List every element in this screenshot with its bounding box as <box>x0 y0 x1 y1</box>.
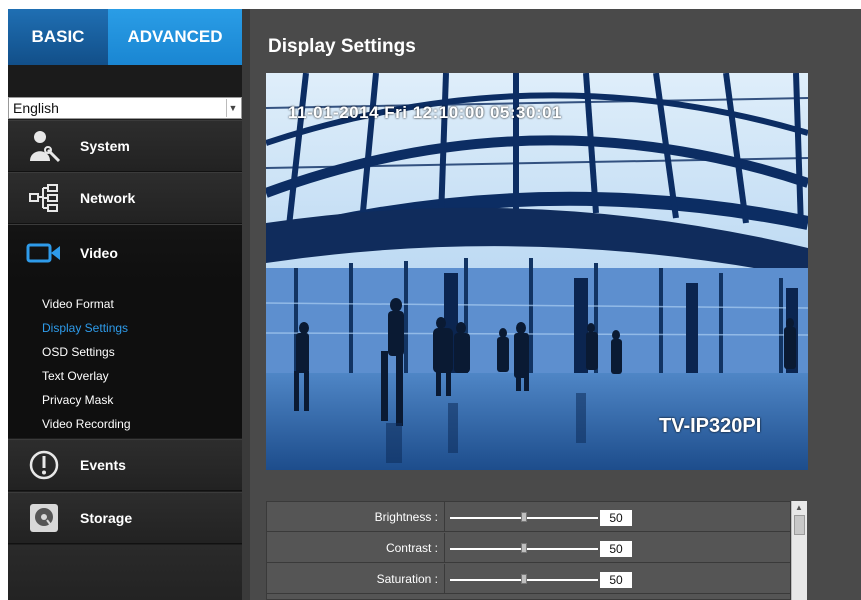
model-overlay: TV-IP320PI <box>659 415 762 437</box>
sidebar-item-events[interactable]: Events <box>8 439 242 491</box>
scrollbar-thumb[interactable] <box>794 515 805 535</box>
page-title: Display Settings <box>268 36 416 57</box>
setting-row-saturation: Saturation : 50 <box>267 564 792 594</box>
storage-disk-icon <box>8 492 80 544</box>
sidebar-item-system[interactable]: System <box>8 120 242 172</box>
language-select[interactable]: English ▼ <box>8 97 242 119</box>
submenu-video-recording[interactable]: Video Recording <box>42 417 131 431</box>
app-frame: BASIC ADVANCED English ▼ System Network … <box>0 0 861 600</box>
live-video-preview[interactable]: 11-01-2014 Fri 12:10:00 05:30:01 TV-IP32… <box>266 73 808 470</box>
setting-label: Contrast : <box>267 533 445 563</box>
tab-advanced[interactable]: ADVANCED <box>108 9 242 75</box>
slider-thumb[interactable] <box>521 543 527 553</box>
language-value: English <box>13 100 59 116</box>
submenu-osd-settings[interactable]: OSD Settings <box>42 345 115 359</box>
slider-thumb[interactable] <box>521 512 527 522</box>
setting-value-input[interactable]: 50 <box>600 572 632 588</box>
sidebar-item-label: Storage <box>80 510 133 526</box>
submenu-video-format[interactable]: Video Format <box>42 297 114 311</box>
chevron-down-icon[interactable]: ▼ <box>226 99 239 117</box>
submenu-privacy-mask[interactable]: Privacy Mask <box>42 393 113 407</box>
slider-thumb[interactable] <box>521 574 527 584</box>
setting-label: Saturation : <box>267 564 445 594</box>
tab-basic[interactable]: BASIC <box>8 9 108 65</box>
sidebar-item-video[interactable]: Video <box>8 224 251 280</box>
scroll-up-icon[interactable]: ▲ <box>795 503 803 512</box>
sidebar-item-label: Video <box>80 244 118 261</box>
timestamp-overlay: 11-01-2014 Fri 12:10:00 05:30:01 <box>288 103 563 122</box>
setting-row-brightness: Brightness : 50 <box>267 502 792 532</box>
sidebar-item-storage[interactable]: Storage <box>8 492 242 544</box>
sidebar-item-label: Events <box>80 457 126 473</box>
setting-value-input[interactable]: 50 <box>600 541 632 557</box>
sidebar-footer <box>8 545 242 600</box>
setting-value-input[interactable]: 50 <box>600 510 632 526</box>
sidebar-item-label: System <box>80 138 130 154</box>
sidebar-item-label: Network <box>80 190 136 206</box>
mode-tabs: BASIC ADVANCED <box>8 9 242 75</box>
submenu-display-settings[interactable]: Display Settings <box>42 321 128 335</box>
submenu-text-overlay[interactable]: Text Overlay <box>42 369 109 383</box>
camera-scene-image <box>266 73 808 470</box>
system-admin-icon <box>8 120 80 172</box>
network-tree-icon <box>8 172 80 224</box>
tab-advanced-label: ADVANCED <box>127 27 223 46</box>
setting-row-contrast: Contrast : 50 <box>267 533 792 563</box>
sidebar: BASIC ADVANCED English ▼ System Network … <box>8 9 251 600</box>
tab-spacer <box>8 65 242 97</box>
sidebar-divider <box>242 9 250 600</box>
settings-scrollbar[interactable]: ▲ <box>791 501 807 600</box>
video-submenu: Video Format Display Settings OSD Settin… <box>8 280 242 438</box>
video-camera-icon <box>8 227 80 279</box>
sidebar-item-network[interactable]: Network <box>8 172 242 224</box>
exclamation-icon <box>8 439 80 491</box>
image-settings-panel: Brightness : 50 Contrast : 50 Saturation… <box>266 501 792 600</box>
main-panel: Display Settings 11-01-2014 Fri 12:10:00… <box>250 9 861 600</box>
setting-label: Brightness : <box>267 502 445 532</box>
